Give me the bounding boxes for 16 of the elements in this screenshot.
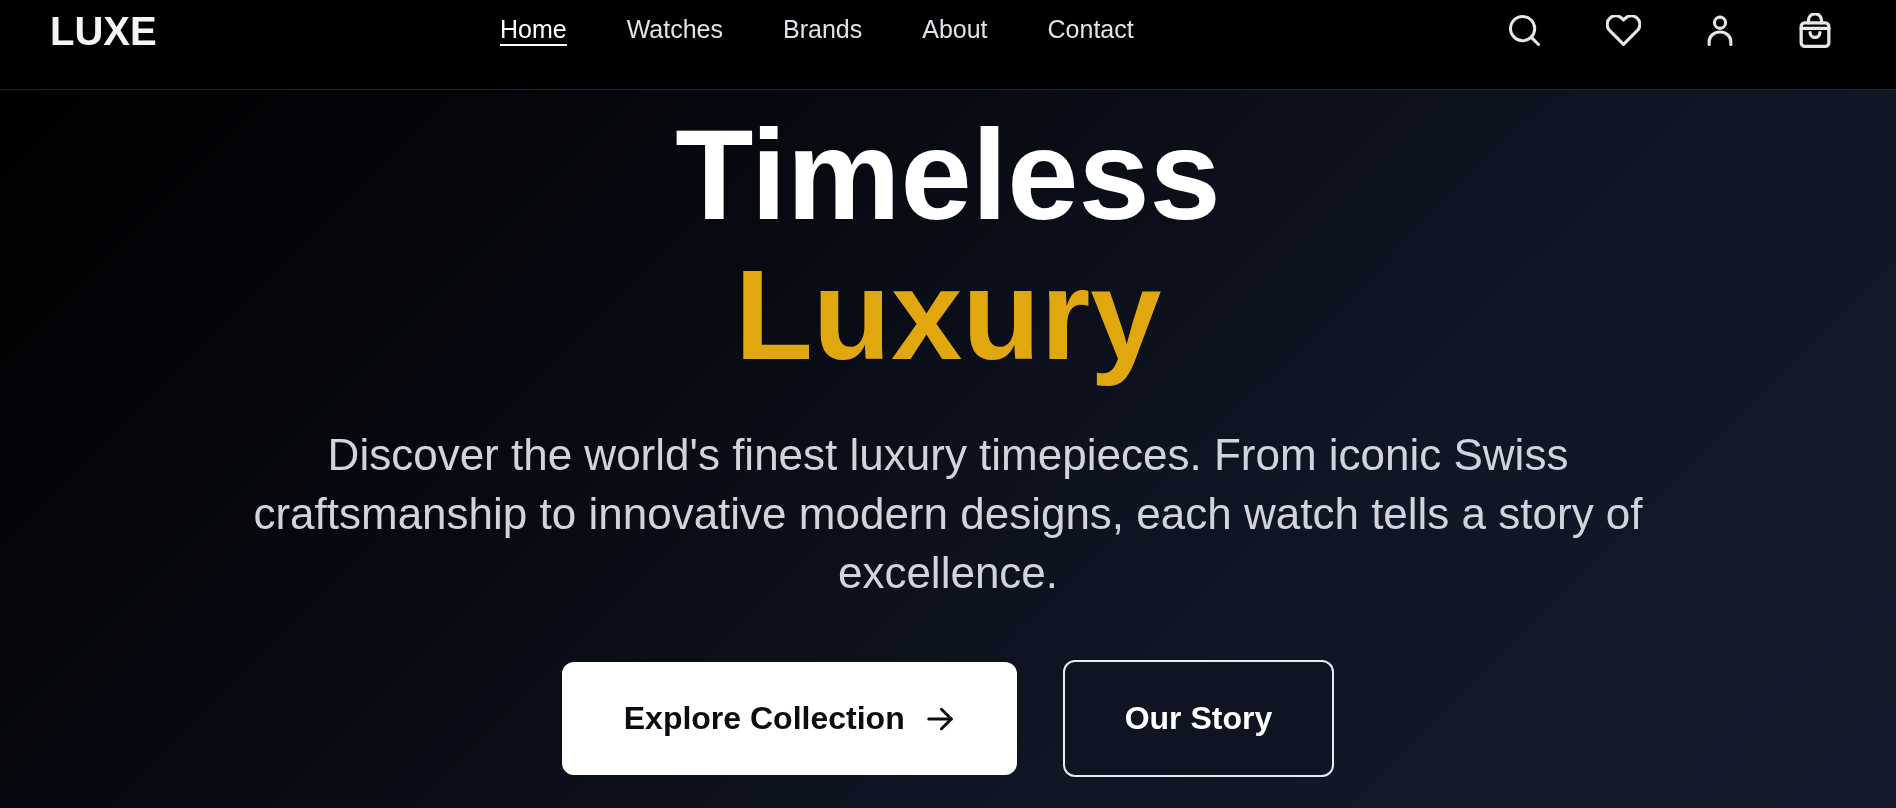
heart-icon[interactable] [1606, 15, 1641, 46]
user-icon[interactable] [1707, 15, 1733, 46]
outline-button[interactable]: Our Story [1062, 660, 1335, 777]
hero-title-accent: Luxury [734, 245, 1162, 385]
arrow-right-icon [926, 706, 953, 731]
nav-link[interactable]: Home [499, 15, 567, 46]
shopping-bag-icon[interactable] [1799, 13, 1831, 48]
nav-link[interactable]: About [922, 15, 988, 46]
hero-title: Timeless [675, 105, 1221, 245]
nav-link[interactable]: Brands [783, 15, 863, 46]
logo: LUXE [50, 10, 157, 51]
explore-button[interactable]: Explore Collection [561, 662, 1017, 775]
nav-link[interactable]: Watches [626, 15, 723, 46]
search-icon[interactable] [1509, 15, 1540, 46]
hero-description: Discover the world's finest luxury timepieces. From iconic Swiss craftsmanship to innovative modern designs, each watch tells a story of excellence. [252, 429, 1644, 599]
nav-link[interactable]: Contact [1047, 15, 1134, 46]
